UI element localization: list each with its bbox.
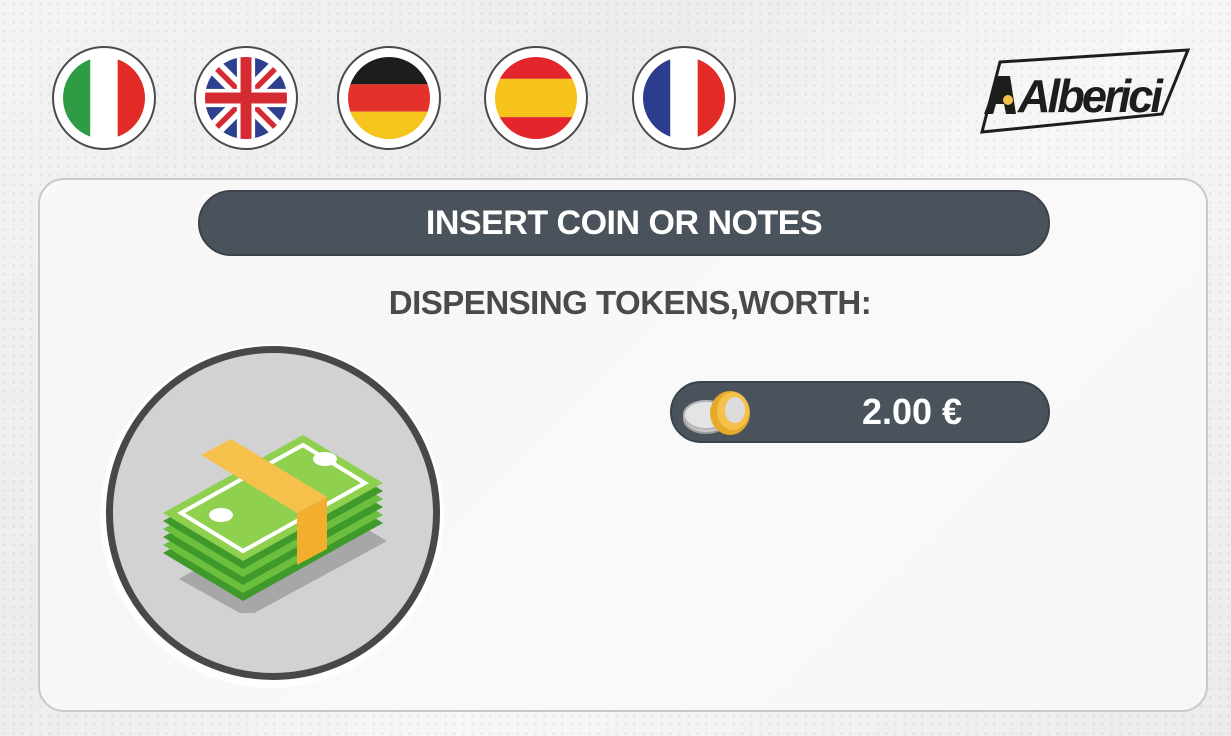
title-banner: INSERT COIN OR NOTES: [198, 190, 1050, 256]
alberici-logo: Alberici: [980, 48, 1190, 134]
banknotes-stack-icon: [163, 435, 387, 613]
language-spanish-button[interactable]: [484, 46, 588, 150]
language-french-button[interactable]: [632, 46, 736, 150]
germany-flag-icon: [348, 57, 430, 139]
token-value-display: 2.00 €: [670, 381, 1050, 443]
spain-flag-icon: [495, 57, 577, 139]
payment-icon-circle: [106, 346, 440, 680]
screen-background: Alberici INSERT COIN OR NOTES DISPENSING…: [0, 0, 1231, 736]
logo-text: Alberici: [1017, 70, 1164, 122]
language-english-button[interactable]: [194, 46, 298, 150]
language-italian-button[interactable]: [52, 46, 156, 150]
coins-icon: [683, 391, 750, 435]
token-value-text: 2.00 €: [861, 391, 963, 432]
italy-flag-icon: [63, 57, 145, 139]
language-german-button[interactable]: [337, 46, 441, 150]
dispensing-label: DISPENSING TOKENS,WORTH:: [388, 284, 872, 321]
france-flag-icon: [643, 57, 725, 139]
title-text: INSERT COIN OR NOTES: [425, 203, 823, 242]
uk-flag-icon: [205, 57, 287, 139]
